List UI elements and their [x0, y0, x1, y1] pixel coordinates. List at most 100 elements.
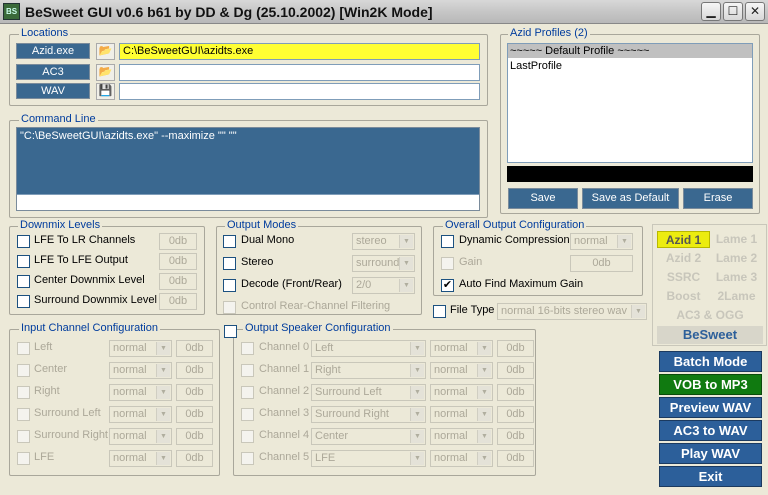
input-channel-mode-select[interactable]: normal ▼ — [109, 406, 172, 423]
profile-name-input[interactable] — [507, 166, 753, 182]
dynamic-compression-checkbox[interactable] — [441, 235, 454, 248]
input-channel-db[interactable]: 0db — [176, 362, 213, 379]
speaker-mode-select[interactable]: normal ▼ — [430, 450, 493, 467]
input-channel-checkbox[interactable] — [17, 430, 30, 443]
command-line-edit-line[interactable] — [17, 194, 479, 210]
input-channel-checkbox[interactable] — [17, 386, 30, 399]
speaker-source-select[interactable]: Surround Left ▼ — [311, 384, 426, 401]
speaker-mode-select[interactable]: normal ▼ — [430, 362, 493, 379]
tool-lame-2[interactable]: Lame 2 — [710, 250, 763, 267]
dual-mono-checkbox[interactable] — [223, 235, 236, 248]
tool-azid-2[interactable]: Azid 2 — [657, 250, 710, 267]
input-channel-checkbox[interactable] — [17, 342, 30, 355]
ac3-path-input[interactable] — [119, 64, 480, 81]
tool-lame-3[interactable]: Lame 3 — [710, 269, 763, 286]
input-channel-db[interactable]: 0db — [176, 406, 213, 423]
save-as-default-button[interactable]: Save as Default — [582, 188, 679, 209]
speaker-channel-checkbox[interactable] — [241, 452, 254, 465]
ac3-to-wav-button[interactable]: AC3 to WAV — [659, 420, 762, 441]
speaker-config-checkbox[interactable] — [224, 325, 237, 338]
vob-to-mp3-button[interactable]: VOB to MP3 — [659, 374, 762, 395]
input-channel-db[interactable]: 0db — [176, 340, 213, 357]
azid-exe-path-input[interactable]: C:\BeSweetGUI\azidts.exe — [119, 43, 480, 60]
speaker-config-title: Output Speaker Configuration — [243, 322, 393, 334]
speaker-channel-checkbox[interactable] — [241, 430, 254, 443]
tool-ac3-ogg[interactable]: AC3 & OGG — [657, 307, 763, 324]
auto-gain-checkbox[interactable]: ✔ — [441, 279, 454, 292]
file-type-checkbox[interactable] — [433, 305, 446, 318]
lfe-to-lfe-checkbox[interactable] — [17, 255, 30, 268]
input-channel-db[interactable]: 0db — [176, 384, 213, 401]
surround-downmix-db[interactable]: 0db — [159, 293, 197, 310]
speaker-db[interactable]: 0db — [497, 450, 534, 467]
profiles-list[interactable]: ~~~~~ Default Profile ~~~~~ LastProfile — [507, 43, 753, 163]
input-channel-checkbox[interactable] — [17, 452, 30, 465]
speaker-mode-select[interactable]: normal ▼ — [430, 384, 493, 401]
input-channel-checkbox[interactable] — [17, 408, 30, 421]
center-downmix-db[interactable]: 0db — [159, 273, 197, 290]
dynamic-compression-select[interactable]: normal ▼ — [570, 233, 633, 250]
maximize-button[interactable]: ☐ — [723, 2, 743, 21]
batch-mode-button[interactable]: Batch Mode — [659, 351, 762, 372]
center-downmix-checkbox[interactable] — [17, 275, 30, 288]
save-profile-button[interactable]: Save — [508, 188, 578, 209]
minimize-button[interactable]: ▁ — [701, 2, 721, 21]
play-wav-button[interactable]: Play WAV — [659, 443, 762, 464]
folder-open-icon[interactable]: 📂 — [96, 64, 115, 81]
stereo-checkbox[interactable] — [223, 257, 236, 270]
preview-wav-button[interactable]: Preview WAV — [659, 397, 762, 418]
tool-besweet[interactable]: BeSweet — [657, 326, 763, 344]
decode-select[interactable]: 2/0 ▼ — [352, 277, 415, 294]
speaker-source-select[interactable]: Left ▼ — [311, 340, 426, 357]
folder-open-icon[interactable]: 📂 — [96, 43, 115, 60]
lfe-to-lfe-db[interactable]: 0db — [159, 253, 197, 270]
input-channel-mode-select[interactable]: normal ▼ — [109, 450, 172, 467]
erase-profile-button[interactable]: Erase — [683, 188, 753, 209]
list-item[interactable]: LastProfile — [508, 59, 752, 73]
save-disk-icon[interactable]: 💾 — [96, 83, 115, 100]
speaker-channel-checkbox[interactable] — [241, 342, 254, 355]
speaker-source-select[interactable]: LFE ▼ — [311, 450, 426, 467]
speaker-mode-select[interactable]: normal ▼ — [430, 428, 493, 445]
tool-ssrc[interactable]: SSRC — [657, 269, 710, 286]
wav-path-input[interactable] — [119, 83, 480, 100]
input-channel-mode-select[interactable]: normal ▼ — [109, 384, 172, 401]
input-channel-db[interactable]: 0db — [176, 428, 213, 445]
speaker-source-select[interactable]: Surround Right ▼ — [311, 406, 426, 423]
close-button[interactable]: ✕ — [745, 2, 765, 21]
tool-2lame[interactable]: 2Lame — [710, 288, 763, 305]
speaker-mode-select[interactable]: normal ▼ — [430, 340, 493, 357]
list-item[interactable]: ~~~~~ Default Profile ~~~~~ — [508, 44, 752, 58]
tool-azid-1[interactable]: Azid 1 — [657, 231, 710, 248]
file-type-select[interactable]: normal 16-bits stereo wav ▼ — [497, 303, 647, 320]
surround-downmix-checkbox[interactable] — [17, 295, 30, 308]
input-channel-db[interactable]: 0db — [176, 450, 213, 467]
input-channel-mode-select[interactable]: normal ▼ — [109, 428, 172, 445]
rear-filter-checkbox[interactable] — [223, 301, 236, 314]
speaker-mode-select[interactable]: normal ▼ — [430, 406, 493, 423]
command-line-textarea[interactable]: "C:\BeSweetGUI\azidts.exe" --maximize ""… — [16, 127, 480, 211]
dual-mono-select[interactable]: stereo ▼ — [352, 233, 415, 250]
lfe-to-lr-db[interactable]: 0db — [159, 233, 197, 250]
speaker-db[interactable]: 0db — [497, 406, 534, 423]
stereo-select[interactable]: surround ▼ — [352, 255, 415, 272]
exit-button[interactable]: Exit — [659, 466, 762, 487]
lfe-to-lr-checkbox[interactable] — [17, 235, 30, 248]
tool-boost[interactable]: Boost — [657, 288, 710, 305]
speaker-db[interactable]: 0db — [497, 362, 534, 379]
gain-checkbox[interactable] — [441, 257, 454, 270]
speaker-source-select[interactable]: Center ▼ — [311, 428, 426, 445]
input-channel-mode-select[interactable]: normal ▼ — [109, 362, 172, 379]
speaker-channel-checkbox[interactable] — [241, 408, 254, 421]
speaker-channel-checkbox[interactable] — [241, 386, 254, 399]
decode-front-rear-checkbox[interactable] — [223, 279, 236, 292]
speaker-channel-checkbox[interactable] — [241, 364, 254, 377]
speaker-db[interactable]: 0db — [497, 340, 534, 357]
speaker-db[interactable]: 0db — [497, 428, 534, 445]
tool-lame-1[interactable]: Lame 1 — [710, 231, 763, 248]
speaker-source-select[interactable]: Right ▼ — [311, 362, 426, 379]
speaker-db[interactable]: 0db — [497, 384, 534, 401]
gain-db[interactable]: 0db — [570, 255, 633, 272]
input-channel-checkbox[interactable] — [17, 364, 30, 377]
input-channel-mode-select[interactable]: normal ▼ — [109, 340, 172, 357]
